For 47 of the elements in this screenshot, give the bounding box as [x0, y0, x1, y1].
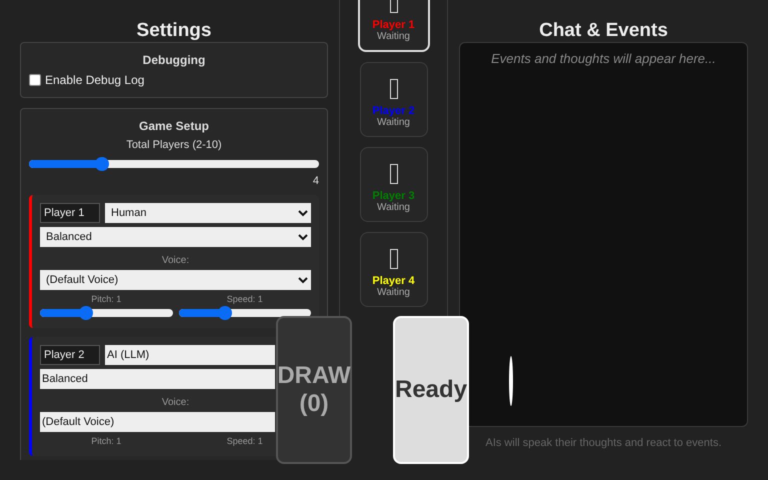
speed-label: Speed: 1: [226, 294, 264, 304]
slider-value: 4: [312, 175, 319, 187]
player-status: Waiting: [377, 287, 410, 298]
slider-thumb[interactable]: [79, 306, 94, 320]
speed-label: Speed: 1: [226, 436, 264, 446]
checkbox[interactable]: [29, 74, 41, 86]
player-status: Waiting: [377, 202, 410, 213]
pitch-label: Pitch: 1: [90, 294, 122, 304]
player-badge[interactable]: Player 4 Waiting: [360, 232, 428, 307]
personality-select[interactable]: Balanced: [40, 369, 275, 389]
footer-note: AIs will speak their thoughts and react to events.: [484, 437, 723, 449]
ready-button[interactable]: Ready: [393, 316, 469, 464]
voice-select[interactable]: (Default Voice): [40, 270, 311, 290]
voice-select[interactable]: (Default Voice): [40, 412, 275, 432]
panel-title: Settings: [136, 19, 212, 42]
name-field[interactable]: Player 2: [40, 345, 100, 365]
type-select[interactable]: AI (LLM): [105, 345, 275, 365]
slider-thumb[interactable]: [94, 157, 108, 171]
name-field[interactable]: Player 1: [40, 203, 100, 223]
player-name: Player 4: [372, 275, 415, 287]
slider[interactable]: [29, 157, 319, 171]
player-name: Player 2: [372, 105, 415, 117]
placeholder-icon: [390, 79, 398, 99]
slider-thumb[interactable]: [218, 306, 232, 320]
type-select[interactable]: Human: [105, 203, 311, 223]
panel-title: Chat & Events: [538, 19, 669, 42]
player-badge[interactable]: Player 1 Waiting: [358, 0, 430, 52]
player-badge[interactable]: Player 2 Waiting: [360, 62, 428, 137]
checkbox-label: Enable Debug Log: [45, 73, 144, 87]
slider-label: Total Players (2-10): [125, 139, 223, 151]
voice-label: Voice:: [160, 255, 190, 266]
placeholder-icon: [390, 249, 398, 269]
voice-label: Voice:: [160, 397, 190, 408]
player-status: Waiting: [377, 117, 410, 128]
placeholder-icon: [390, 164, 398, 184]
draw-pile[interactable]: DRAW (0): [276, 316, 352, 464]
personality-select[interactable]: Balanced: [40, 227, 311, 247]
light-streak: [508, 355, 514, 407]
player-status: Waiting: [377, 31, 410, 42]
pitch-label: Pitch: 1: [90, 436, 122, 446]
player-name: Player 1: [372, 19, 415, 31]
slider[interactable]: [40, 306, 172, 320]
placeholder-text: Events and thoughts will appear here...: [490, 51, 717, 66]
player-name: Player 3: [372, 190, 415, 202]
player-badge[interactable]: Player 3 Waiting: [360, 147, 428, 222]
section-title: Game Setup: [138, 119, 210, 133]
section-title: Debugging: [142, 53, 206, 67]
